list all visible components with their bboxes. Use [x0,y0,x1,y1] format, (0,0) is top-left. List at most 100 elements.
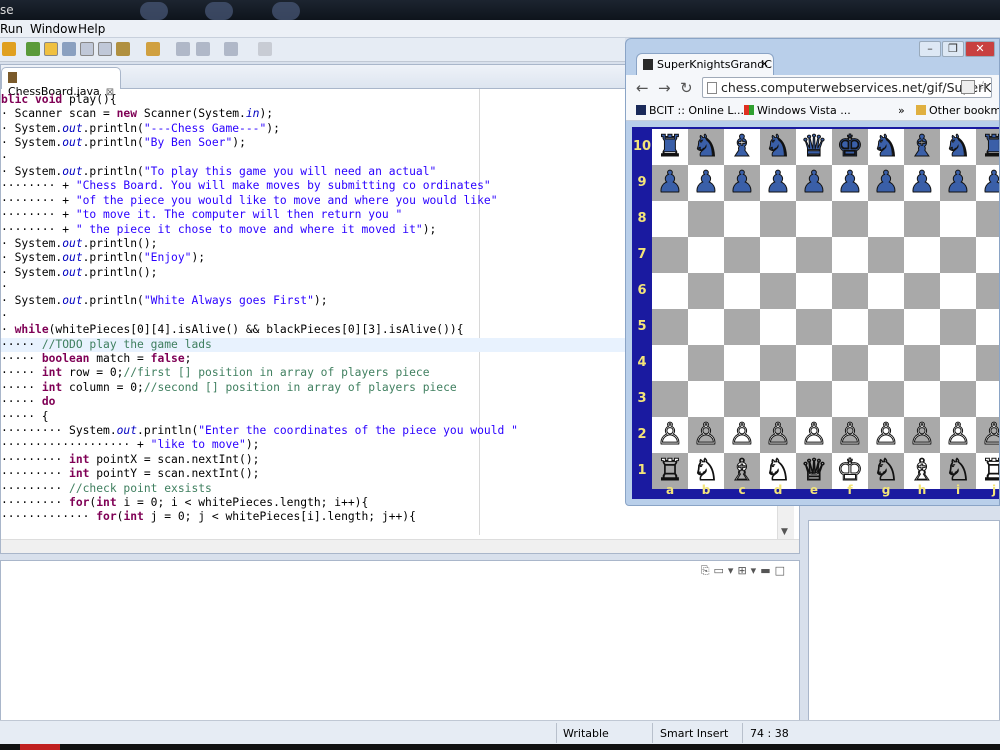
white-piece[interactable]: ♙ [980,417,999,453]
board-square[interactable] [904,201,940,237]
board-square[interactable] [652,237,688,273]
black-piece[interactable]: ♟ [800,165,828,201]
board-square[interactable] [796,273,832,309]
editor-tab-chessboard[interactable]: ChessBoard.java ⊠ [1,67,121,98]
board-square[interactable]: ♟ [940,165,976,201]
white-piece[interactable]: ♙ [692,417,720,453]
board-square[interactable] [652,309,688,345]
black-piece[interactable]: ♟ [836,165,864,201]
board-square[interactable] [760,237,796,273]
board-square[interactable]: ♚ [832,129,868,165]
board-square[interactable] [724,309,760,345]
restore-window-icon[interactable]: ❐ [942,41,964,57]
bookmark-star-icon[interactable]: ☆ [977,79,989,94]
board-square[interactable] [832,237,868,273]
board-square[interactable] [976,309,999,345]
forward-arrow-icon[interactable] [224,42,238,56]
black-piece[interactable]: ♞ [872,129,900,165]
horizontal-scrollbar[interactable] [1,539,799,553]
board-square[interactable]: ♙ [832,417,868,453]
white-piece[interactable]: ♙ [728,417,756,453]
taskbar-app-icon[interactable] [205,2,233,20]
back-icon[interactable] [176,42,190,56]
board-square[interactable]: ♙ [940,417,976,453]
board-square[interactable]: ♙ [724,417,760,453]
board-square[interactable]: ♙ [868,417,904,453]
bookmarks-overflow-icon[interactable]: » [898,104,905,117]
board-square[interactable] [688,345,724,381]
black-piece[interactable]: ♟ [692,165,720,201]
board-square[interactable]: ♟ [868,165,904,201]
console-view-icon[interactable]: ⎘ [701,564,714,577]
board-square[interactable] [904,273,940,309]
board-square[interactable] [688,237,724,273]
board-square[interactable] [652,273,688,309]
board-square[interactable] [940,273,976,309]
board-square[interactable]: ♝ [904,129,940,165]
board-square[interactable]: ♟ [976,165,999,201]
board-square[interactable] [688,381,724,417]
board-square[interactable]: ♟ [904,165,940,201]
board-square[interactable]: ♟ [796,165,832,201]
debug-icon[interactable] [2,42,16,56]
forward-icon[interactable]: → [658,79,671,97]
board-square[interactable] [832,345,868,381]
board-square[interactable] [832,201,868,237]
board-square[interactable] [976,237,999,273]
code-line[interactable]: ············· for(int j = 0; j < whitePi… [1,510,781,524]
board-square[interactable] [904,381,940,417]
board-square[interactable]: ♙ [688,417,724,453]
board-square[interactable] [796,345,832,381]
scroll-down-icon[interactable]: ▼ [781,527,788,537]
board-square[interactable] [652,201,688,237]
black-piece[interactable]: ♞ [764,129,792,165]
close-window-icon[interactable]: ✕ [965,41,995,57]
back-icon[interactable]: ← [636,79,649,97]
taskbar-app-icon[interactable] [272,2,300,20]
reload-icon[interactable]: ↻ [680,79,693,97]
annotation-icon[interactable] [116,42,130,56]
taskbar-item[interactable] [20,744,60,750]
board-square[interactable] [904,237,940,273]
board-square[interactable] [940,309,976,345]
white-piece[interactable]: ♙ [656,417,684,453]
board-square[interactable] [688,309,724,345]
board-square[interactable] [904,345,940,381]
board-square[interactable] [976,273,999,309]
black-piece[interactable]: ♚ [836,129,864,165]
black-piece[interactable]: ♝ [728,129,756,165]
bookmark-bcit[interactable]: BCIT :: Online L... [636,104,744,117]
white-piece[interactable]: ♙ [836,417,864,453]
board-square[interactable]: ♞ [760,129,796,165]
black-piece[interactable]: ♟ [980,165,999,201]
board-square[interactable] [868,237,904,273]
taskbar-app-icon[interactable] [140,2,168,20]
board-square[interactable]: ♞ [940,129,976,165]
pin-icon[interactable] [258,42,272,56]
run-icon[interactable] [26,42,40,56]
board-square[interactable]: ♞ [868,129,904,165]
board-square[interactable] [940,237,976,273]
board-square[interactable] [724,201,760,237]
black-piece[interactable]: ♞ [944,129,972,165]
board-square[interactable] [760,309,796,345]
minimize-icon[interactable]: ▬ [760,564,774,577]
board-square[interactable] [976,201,999,237]
minimize-window-icon[interactable]: – [919,41,941,57]
black-piece[interactable]: ♟ [944,165,972,201]
black-piece[interactable]: ♟ [908,165,936,201]
board-square[interactable]: ♙ [904,417,940,453]
board-square[interactable] [940,201,976,237]
board-square[interactable] [832,309,868,345]
menu-help[interactable]: Help [78,22,105,36]
board-square[interactable] [868,201,904,237]
address-bar[interactable]: chess.computerwebservices.net/gif/SuperK… [702,77,992,98]
board-square[interactable] [688,201,724,237]
board-square[interactable]: ♙ [652,417,688,453]
browser-tab[interactable]: SuperKnightsGrandC × [636,53,774,75]
board-square[interactable] [868,345,904,381]
board-square[interactable]: ♙ [760,417,796,453]
display-icon[interactable]: ▭▾ [714,564,738,577]
board-square[interactable] [688,273,724,309]
board-square[interactable] [940,345,976,381]
